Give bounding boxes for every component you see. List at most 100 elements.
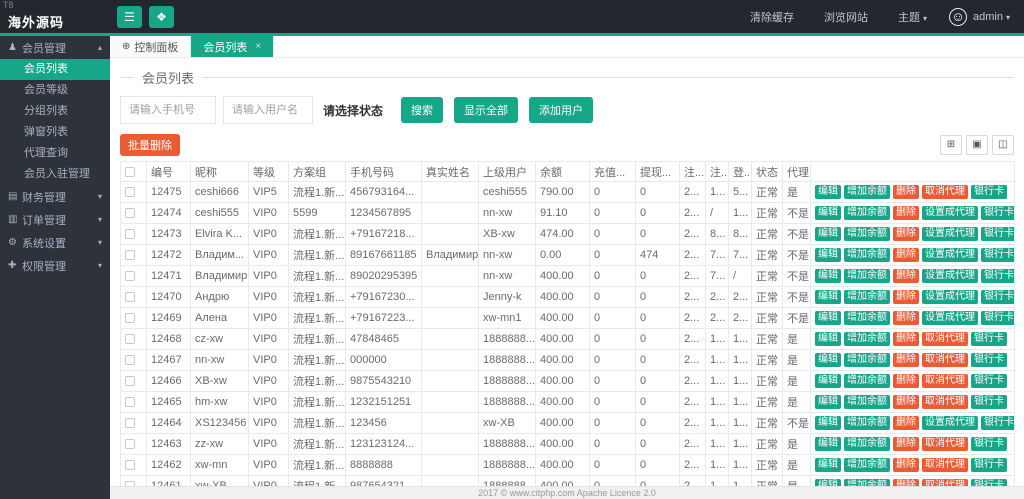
columns-toggle-button[interactable]: ⊞ (940, 135, 962, 155)
row-checkbox[interactable] (125, 418, 135, 428)
set-agent-button[interactable]: 设置成代理 (922, 416, 978, 430)
edit-button[interactable]: 编辑 (815, 437, 841, 451)
add-balance-button[interactable]: 增加余额 (844, 248, 890, 262)
bank-card-button[interactable]: 银行卡 (981, 290, 1015, 304)
edit-button[interactable]: 编辑 (815, 185, 841, 199)
set-agent-button[interactable]: 设置成代理 (922, 311, 978, 325)
set-agent-button[interactable]: 设置成代理 (922, 269, 978, 283)
add-balance-button[interactable]: 增加余额 (844, 395, 890, 409)
status-select[interactable]: 请选择状态 (313, 96, 393, 124)
edit-button[interactable]: 编辑 (815, 227, 841, 241)
fullscreen-button[interactable]: ❖ (149, 6, 174, 28)
bank-card-button[interactable]: 银行卡 (981, 248, 1015, 262)
delete-button[interactable]: 删除 (893, 332, 919, 346)
add-balance-button[interactable]: 增加余额 (844, 374, 890, 388)
export-button[interactable]: ▣ (966, 135, 988, 155)
row-checkbox[interactable] (125, 271, 135, 281)
close-icon[interactable]: × (255, 41, 261, 52)
phone-input[interactable] (120, 96, 216, 124)
row-checkbox[interactable] (125, 334, 135, 344)
bank-card-button[interactable]: 银行卡 (981, 416, 1015, 430)
delete-button[interactable]: 删除 (893, 353, 919, 367)
print-button[interactable]: ◫ (992, 135, 1014, 155)
row-checkbox[interactable] (125, 355, 135, 365)
bank-card-button[interactable]: 银行卡 (981, 227, 1015, 241)
bank-card-button[interactable]: 银行卡 (981, 311, 1015, 325)
add-user-button[interactable]: 添加用户 (529, 97, 593, 123)
add-balance-button[interactable]: 增加余额 (844, 206, 890, 220)
cancel-agent-button[interactable]: 取消代理 (922, 458, 968, 472)
bank-card-button[interactable]: 银行卡 (971, 374, 1007, 388)
row-checkbox[interactable] (125, 229, 135, 239)
add-balance-button[interactable]: 增加余额 (844, 332, 890, 346)
add-balance-button[interactable]: 增加余额 (844, 290, 890, 304)
user-menu[interactable]: admin▾ (973, 11, 1010, 23)
cancel-agent-button[interactable]: 取消代理 (922, 332, 968, 346)
avatar[interactable]: ☺ (949, 8, 967, 26)
row-checkbox[interactable] (125, 292, 135, 302)
edit-button[interactable]: 编辑 (815, 395, 841, 409)
batch-delete-button[interactable]: 批量删除 (120, 134, 180, 156)
tab-member-list-tab[interactable]: 会员列表× (191, 36, 274, 57)
edit-button[interactable]: 编辑 (815, 353, 841, 367)
clear-cache-link[interactable]: 清除缓存 (750, 9, 794, 25)
bank-card-button[interactable]: 银行卡 (981, 206, 1015, 220)
add-balance-button[interactable]: 增加余额 (844, 227, 890, 241)
edit-button[interactable]: 编辑 (815, 374, 841, 388)
bank-card-button[interactable]: 银行卡 (971, 332, 1007, 346)
bank-card-button[interactable]: 银行卡 (971, 395, 1007, 409)
cancel-agent-button[interactable]: 取消代理 (922, 374, 968, 388)
sidebar-item-system-settings[interactable]: ⚙系统设置▾ (0, 231, 110, 254)
add-balance-button[interactable]: 增加余额 (844, 437, 890, 451)
edit-button[interactable]: 编辑 (815, 332, 841, 346)
delete-button[interactable]: 删除 (893, 458, 919, 472)
theme-menu[interactable]: 主题▾ (898, 9, 927, 25)
add-balance-button[interactable]: 增加余额 (844, 458, 890, 472)
sidebar-item-agent-query[interactable]: 代理查询 (0, 143, 110, 164)
sidebar-item-finance-management[interactable]: ▤财务管理▾ (0, 185, 110, 208)
cancel-agent-button[interactable]: 取消代理 (922, 353, 968, 367)
delete-button[interactable]: 删除 (893, 374, 919, 388)
bank-card-button[interactable]: 银行卡 (971, 353, 1007, 367)
browse-site-link[interactable]: 浏览网站 (824, 9, 868, 25)
edit-button[interactable]: 编辑 (815, 269, 841, 283)
set-agent-button[interactable]: 设置成代理 (922, 290, 978, 304)
sidebar-item-member-settlement[interactable]: 会员入驻管理 (0, 164, 110, 185)
add-balance-button[interactable]: 增加余额 (844, 311, 890, 325)
delete-button[interactable]: 删除 (893, 416, 919, 430)
tab-dashboard-tab[interactable]: ⊕控制面板 (110, 36, 191, 57)
show-all-button[interactable]: 显示全部 (454, 97, 518, 123)
delete-button[interactable]: 删除 (893, 437, 919, 451)
add-balance-button[interactable]: 增加余额 (844, 353, 890, 367)
username-input[interactable] (223, 96, 313, 124)
sidebar-item-member-list[interactable]: 会员列表 (0, 59, 110, 80)
bank-card-button[interactable]: 银行卡 (971, 437, 1007, 451)
cancel-agent-button[interactable]: 取消代理 (922, 185, 968, 199)
delete-button[interactable]: 删除 (893, 290, 919, 304)
bank-card-button[interactable]: 银行卡 (971, 458, 1007, 472)
edit-button[interactable]: 编辑 (815, 311, 841, 325)
search-button[interactable]: 搜索 (401, 97, 443, 123)
bank-card-button[interactable]: 银行卡 (981, 269, 1015, 283)
delete-button[interactable]: 删除 (893, 311, 919, 325)
delete-button[interactable]: 删除 (893, 206, 919, 220)
set-agent-button[interactable]: 设置成代理 (922, 227, 978, 241)
row-checkbox[interactable] (125, 397, 135, 407)
row-checkbox[interactable] (125, 376, 135, 386)
delete-button[interactable]: 删除 (893, 248, 919, 262)
sidebar-item-order-management[interactable]: ▥订单管理▾ (0, 208, 110, 231)
set-agent-button[interactable]: 设置成代理 (922, 206, 978, 220)
row-checkbox[interactable] (125, 250, 135, 260)
add-balance-button[interactable]: 增加余额 (844, 416, 890, 430)
row-checkbox[interactable] (125, 439, 135, 449)
sidebar-toggle-button[interactable]: ☰ (117, 6, 142, 28)
sidebar-item-permission-management[interactable]: ✚权限管理▾ (0, 254, 110, 277)
edit-button[interactable]: 编辑 (815, 458, 841, 472)
delete-button[interactable]: 删除 (893, 185, 919, 199)
delete-button[interactable]: 删除 (893, 395, 919, 409)
sidebar-item-member-level[interactable]: 会员等级 (0, 80, 110, 101)
row-checkbox[interactable] (125, 313, 135, 323)
row-checkbox[interactable] (125, 208, 135, 218)
sidebar-item-member-management[interactable]: ♟会员管理▴ (0, 36, 110, 59)
delete-button[interactable]: 删除 (893, 269, 919, 283)
